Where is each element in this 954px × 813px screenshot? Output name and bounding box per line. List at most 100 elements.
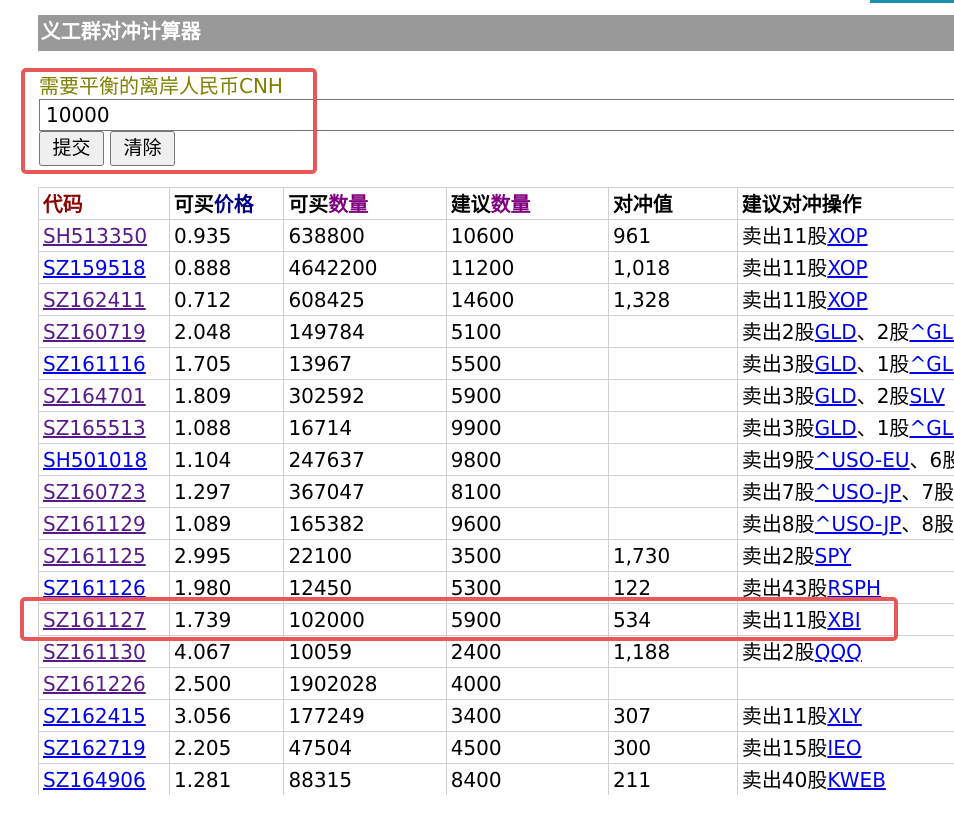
submit-button[interactable]: 提交 <box>39 131 104 166</box>
cell-code: SZ161129 <box>38 507 171 540</box>
fund-code-link[interactable]: SZ161226 <box>43 672 146 696</box>
cell-price: 1.088 <box>169 411 285 444</box>
cell-action: 卖出11股XBI <box>736 603 954 636</box>
amount-input[interactable] <box>39 99 954 131</box>
cell-code: SZ165513 <box>38 411 171 444</box>
fund-code-link[interactable]: SZ162411 <box>43 288 146 312</box>
table-row: SZ162411 0.712 608425 14600 1,328 卖出11股XOP <box>38 283 954 316</box>
fund-code-link[interactable]: SZ160719 <box>43 320 146 344</box>
action-text: 卖出2股 <box>741 543 815 568</box>
cell-code: SZ161130 <box>38 635 171 668</box>
header-suggested-prefix: 建议 <box>450 191 491 216</box>
symbol-link[interactable]: ^GLD- <box>909 320 954 344</box>
fund-code-link[interactable]: SZ161126 <box>43 576 146 600</box>
fund-code-link[interactable]: SH513350 <box>43 224 147 248</box>
cell-price: 1.705 <box>169 347 285 380</box>
symbol-link[interactable]: XOP <box>827 288 867 312</box>
fund-code-link[interactable]: SZ160723 <box>43 480 146 504</box>
cell-hedge-value: 211 <box>607 763 738 795</box>
symbol-link[interactable]: GLD <box>815 416 857 440</box>
fund-code-link[interactable]: SZ161125 <box>43 544 146 568</box>
symbol-link[interactable]: ^GLD- <box>909 352 954 376</box>
clear-button[interactable]: 清除 <box>110 131 175 166</box>
action-text: 卖出2股 <box>741 319 815 344</box>
cell-code: SZ161127 <box>38 603 171 636</box>
cell-price: 1.297 <box>169 475 285 508</box>
symbol-link[interactable]: XOP <box>827 256 867 280</box>
symbol-link[interactable]: KWEB <box>827 768 886 792</box>
cell-hedge-value <box>607 411 738 444</box>
fund-code-link[interactable]: SZ159518 <box>43 256 146 280</box>
cell-code: SZ161126 <box>38 571 171 604</box>
cell-available-qty: 177249 <box>283 699 447 732</box>
table-row: SZ164906 1.281 88315 8400 211 卖出40股KWEB <box>38 763 954 795</box>
symbol-link[interactable]: QQQ <box>815 640 862 664</box>
cell-hedge-value: 307 <box>607 699 738 732</box>
fund-code-link[interactable]: SZ161116 <box>43 352 146 376</box>
cell-suggested-qty: 8100 <box>445 475 609 508</box>
fund-code-link[interactable]: SZ164701 <box>43 384 146 408</box>
table-row: SZ161130 4.067 10059 2400 1,188 卖出2股QQQ <box>38 635 954 668</box>
cell-available-qty: 102000 <box>283 603 447 636</box>
symbol-link[interactable]: SLV <box>909 384 944 408</box>
header-qty-suffix: 数量 <box>328 191 369 216</box>
cell-available-qty: 638800 <box>283 219 447 252</box>
symbol-link[interactable]: XBI <box>827 608 860 632</box>
cell-hedge-value <box>607 443 738 476</box>
cell-code: SZ162411 <box>38 283 171 316</box>
table-header-row: 代码 可买价格 可买数量 建议数量 对冲值 建议对冲操作 <box>38 187 954 220</box>
symbol-link[interactable]: ^USO-EU <box>815 448 910 472</box>
fund-code-link[interactable]: SZ161130 <box>43 640 146 664</box>
fund-code-link[interactable]: SZ164906 <box>43 768 146 792</box>
cell-available-qty: 16714 <box>283 411 447 444</box>
cell-hedge-value <box>607 379 738 412</box>
symbol-link[interactable]: XLY <box>827 704 861 728</box>
cell-suggested-qty: 4500 <box>445 731 609 764</box>
symbol-link[interactable]: ^USO-JP <box>815 512 902 536</box>
cell-suggested-qty: 10600 <box>445 219 609 252</box>
cell-hedge-value <box>607 315 738 348</box>
action-text: 卖出3股 <box>741 415 815 440</box>
symbol-link[interactable]: RSPH <box>827 576 881 600</box>
cell-price: 1.980 <box>169 571 285 604</box>
header-qty-prefix: 可买 <box>288 191 329 216</box>
symbol-link[interactable]: ^USO-JP <box>815 480 902 504</box>
cell-available-qty: 149784 <box>283 315 447 348</box>
fund-code-link[interactable]: SH501018 <box>43 448 147 472</box>
cell-suggested-qty: 9900 <box>445 411 609 444</box>
fund-code-link[interactable]: SZ162415 <box>43 704 146 728</box>
symbol-link[interactable]: GLD <box>815 320 857 344</box>
symbol-link[interactable]: GLD <box>815 352 857 376</box>
table-row: SZ160723 1.2973670478100 卖出7股^USO-JP、7股US <box>38 475 954 508</box>
cell-price: 2.048 <box>169 315 285 348</box>
symbol-link[interactable]: SPY <box>815 544 852 568</box>
cell-suggested-qty: 5900 <box>445 603 609 636</box>
fund-code-link[interactable]: SZ165513 <box>43 416 146 440</box>
cell-code: SZ161125 <box>38 539 171 572</box>
cell-hedge-value <box>607 475 738 508</box>
action-text: 卖出3股 <box>741 383 815 408</box>
fund-code-link[interactable]: SZ161129 <box>43 512 146 536</box>
table-row: SZ159518 0.888 4642200 11200 1,018 卖出11股XOP <box>38 251 954 284</box>
symbol-link[interactable]: IEO <box>827 736 861 760</box>
table-row: SZ161226 2.500 1902028 4000 <box>38 667 954 700</box>
action-text: 卖出15股 <box>741 735 828 760</box>
symbol-link[interactable]: ^GLD- <box>909 416 954 440</box>
action-text: 卖出7股 <box>741 479 815 504</box>
cell-code: SZ161226 <box>38 667 171 700</box>
cell-available-qty: 47504 <box>283 731 447 764</box>
fund-code-link[interactable]: SZ162719 <box>43 736 146 760</box>
cell-action: 卖出9股^USO-EU、6股U <box>736 443 954 476</box>
symbol-link[interactable]: GLD <box>815 384 857 408</box>
cell-hedge-value: 534 <box>607 603 738 636</box>
cell-suggested-qty: 9800 <box>445 443 609 476</box>
cell-action: 卖出11股XOP <box>736 283 954 316</box>
cell-available-qty: 1902028 <box>283 667 447 700</box>
header-hedge-value: 对冲值 <box>607 187 738 220</box>
action-text: 卖出40股 <box>741 767 828 792</box>
cell-available-qty: 302592 <box>283 379 447 412</box>
fund-code-link[interactable]: SZ161127 <box>43 608 146 632</box>
action-text: 卖出2股 <box>741 639 815 664</box>
cell-code: SZ159518 <box>38 251 171 284</box>
symbol-link[interactable]: XOP <box>827 224 867 248</box>
